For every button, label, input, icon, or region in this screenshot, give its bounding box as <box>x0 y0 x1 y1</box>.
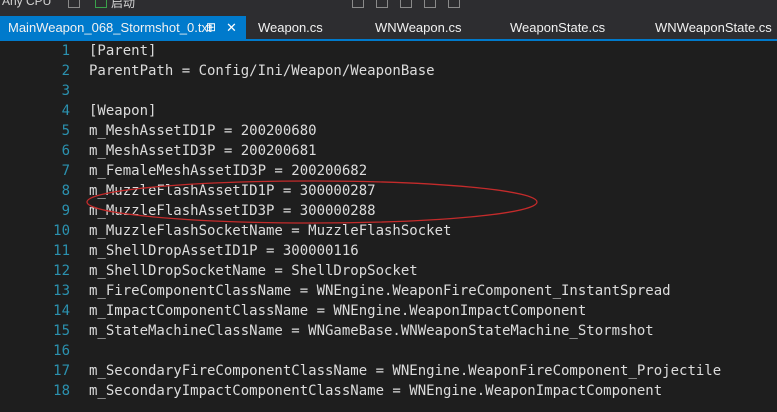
toolbar-icon-3[interactable] <box>400 0 412 8</box>
code-line[interactable]: m_SecondaryImpactComponentClassName = WN… <box>89 381 662 401</box>
code-line[interactable]: m_MuzzleFlashAssetID1P = 300000287 <box>89 181 376 201</box>
line-number: 5 <box>61 123 70 139</box>
line-number: 2 <box>61 63 70 79</box>
line-number: 18 <box>53 383 70 399</box>
code-line[interactable]: m_MeshAssetID3P = 200200681 <box>89 141 317 161</box>
tab-wnweaponstate-cs[interactable]: WNWeaponState.cs <box>655 16 772 39</box>
dropdown-icon[interactable] <box>68 0 80 8</box>
toolbar-icon-2[interactable] <box>376 0 388 8</box>
line-number: 4 <box>61 103 70 119</box>
play-icon[interactable] <box>95 0 107 8</box>
start-button[interactable]: 启动 <box>111 0 135 11</box>
tab-weaponstate-cs[interactable]: WeaponState.cs <box>510 16 605 39</box>
line-number: 6 <box>61 143 70 159</box>
code-line[interactable]: [Parent] <box>89 41 156 61</box>
code-line[interactable]: m_MeshAssetID1P = 200200680 <box>89 121 317 141</box>
line-number: 13 <box>53 283 70 299</box>
tab-mainweapon-txt[interactable]: MainWeapon_068_Stormshot_0.txt ⊞ ✕ <box>0 16 246 39</box>
tab-label: MainWeapon_068_Stormshot_0.txt <box>8 20 212 35</box>
line-number: 14 <box>53 303 70 319</box>
line-number: 16 <box>53 343 70 359</box>
line-number: 11 <box>53 243 70 259</box>
toolbar-icon-5[interactable] <box>448 0 460 8</box>
line-number: 1 <box>61 43 70 59</box>
line-number: 3 <box>61 83 70 99</box>
line-number: 10 <box>53 223 70 239</box>
document-tab-bar: MainWeapon_068_Stormshot_0.txt ⊞ ✕ Weapo… <box>0 16 777 39</box>
code-line[interactable]: m_ImpactComponentClassName = WNEngine.We… <box>89 301 586 321</box>
code-line[interactable]: ParentPath = Config/Ini/Weapon/WeaponBas… <box>89 61 435 81</box>
line-number: 12 <box>53 263 70 279</box>
line-number: 8 <box>61 183 70 199</box>
line-number: 7 <box>61 163 70 179</box>
tab-weapon-cs[interactable]: Weapon.cs <box>258 16 323 39</box>
code-line[interactable]: [Weapon] <box>89 101 156 121</box>
close-icon[interactable]: ✕ <box>226 16 237 39</box>
line-number: 9 <box>61 203 70 219</box>
code-line[interactable]: m_ShellDropSocketName = ShellDropSocket <box>89 261 418 281</box>
text-editor[interactable]: 1 [Parent] 2 ParentPath = Config/Ini/Wea… <box>0 41 777 412</box>
code-line[interactable]: m_MuzzleFlashSocketName = MuzzleFlashSoc… <box>89 221 451 241</box>
code-line[interactable]: m_FemaleMeshAssetID3P = 200200682 <box>89 161 367 181</box>
code-line[interactable]: m_StateMachineClassName = WNGameBase.WNW… <box>89 321 654 341</box>
code-line[interactable]: m_SecondaryFireComponentClassName = WNEn… <box>89 361 721 381</box>
pin-icon[interactable]: ⊞ <box>206 16 216 39</box>
toolbar-icon-4[interactable] <box>424 0 436 8</box>
solution-platform-select[interactable]: Any CPU <box>2 0 51 8</box>
tab-wnweapon-cs[interactable]: WNWeapon.cs <box>375 16 461 39</box>
code-line[interactable]: m_MuzzleFlashAssetID3P = 300000288 <box>89 201 376 221</box>
code-line[interactable]: m_ShellDropAssetID1P = 300000116 <box>89 241 359 261</box>
line-number: 15 <box>53 323 70 339</box>
line-number: 17 <box>53 363 70 379</box>
toolbar-icon-1[interactable] <box>352 0 364 8</box>
code-line[interactable]: m_FireComponentClassName = WNEngine.Weap… <box>89 281 671 301</box>
toolbar: Any CPU 启动 <box>0 0 777 16</box>
